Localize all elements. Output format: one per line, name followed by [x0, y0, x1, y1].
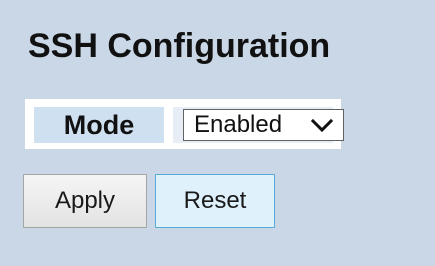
- page-title: SSH Configuration: [28, 27, 331, 65]
- ssh-configuration-page: SSH Configuration Mode Enabled Apply Res…: [0, 0, 435, 266]
- mode-select-value: Enabled: [194, 111, 283, 138]
- mode-value-cell: Enabled: [173, 107, 344, 143]
- reset-button[interactable]: Reset: [155, 174, 275, 228]
- apply-button[interactable]: Apply: [23, 174, 147, 228]
- mode-select[interactable]: Enabled: [183, 109, 344, 141]
- ssh-config-table: Mode Enabled: [25, 99, 344, 149]
- chevron-down-icon: [310, 118, 334, 133]
- mode-label: Mode: [34, 107, 164, 143]
